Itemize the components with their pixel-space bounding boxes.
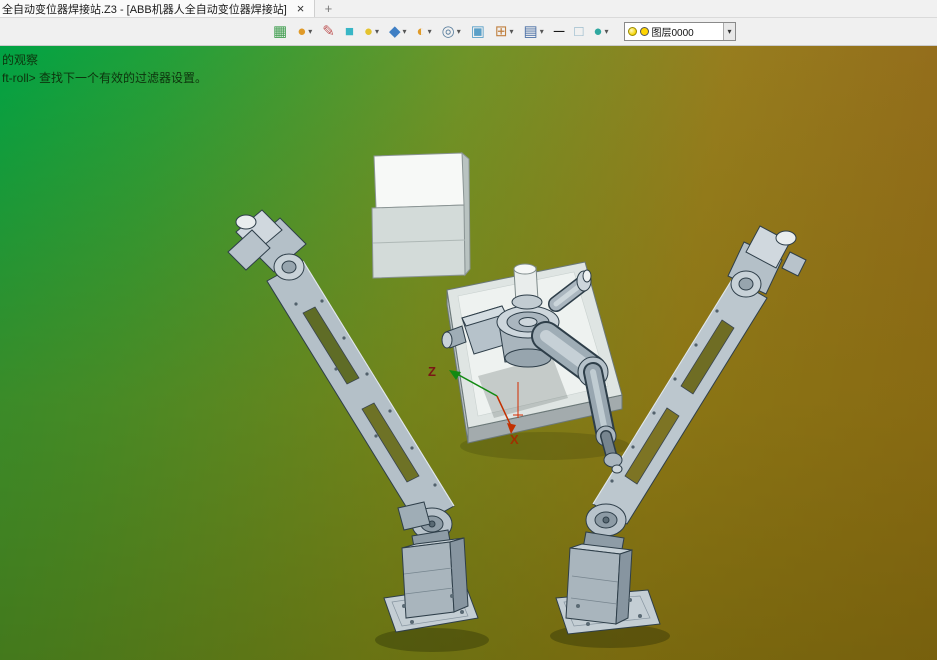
axis-label-x: X (510, 432, 519, 447)
right-positioner-model[interactable] (555, 225, 807, 635)
paint-color-icon: ✎ (322, 23, 335, 40)
shaded-sphere-icon: ● (363, 23, 373, 40)
axis-label-z: Z (428, 364, 436, 379)
new-tab-button[interactable]: + (315, 0, 341, 17)
dropdown-caret-icon[interactable]: ▾ (403, 27, 407, 36)
dropdown-caret-icon[interactable]: ▾ (540, 27, 544, 36)
view-orientation-icon-button[interactable]: ◆ ▾ (384, 21, 412, 43)
viewport-3d[interactable]: 的观察 ft-roll> 查找下一个有效的过滤器设置。 Z X (0, 46, 937, 660)
document-tab-title: 全自动变位器焊接站.Z3 - [ABB机器人全自动变位器焊接站] (2, 3, 287, 16)
zoom-icon: ◎ (441, 23, 455, 40)
wireframe-cube-icon-button[interactable]: ■ (340, 21, 359, 43)
scene-svg: Z X (227, 151, 807, 652)
toolbar-icons: ▦ ● ▾ ✎ ■ ● ▾ ◆ ▾ ◐ ▾ ◎ ▾ ▣ ⊞ ▾ ▤ ▾ ─ □ ● ▾ (268, 21, 614, 43)
layer-combo[interactable]: 图层0000 ▾ (623, 22, 736, 41)
paint-color-icon-button[interactable]: ✎ (317, 21, 340, 43)
wireframe-cube-icon: ■ (344, 23, 354, 40)
dropdown-caret-icon[interactable]: ▾ (428, 27, 432, 36)
view-image-icon-button[interactable]: ▦ (268, 21, 292, 43)
view-orientation-icon: ◆ (388, 23, 401, 40)
background-swatch-icon: □ (574, 23, 584, 40)
grid-snap-icon: ⊞ (494, 23, 508, 40)
display-monitor-icon-button[interactable]: ▤ ▾ (519, 21, 549, 43)
tab-bar: 全自动变位器焊接站.Z3 - [ABB机器人全自动变位器焊接站] × + (0, 0, 937, 18)
main-toolbar: ▦ ● ▾ ✎ ■ ● ▾ ◆ ▾ ◐ ▾ ◎ ▾ ▣ ⊞ ▾ ▤ ▾ ─ □ ● ▾ 图层0000 ▾ (0, 18, 937, 46)
section-view-icon-button[interactable]: ◐ ▾ (412, 21, 437, 43)
dropdown-caret-icon[interactable]: ▾ (457, 27, 461, 36)
earth-render-icon: ● (593, 23, 603, 40)
layer-combo-value: 图层0000 (651, 28, 694, 39)
zoom-icon-button[interactable]: ◎ ▾ (437, 21, 466, 43)
screen-capture-icon-button[interactable]: ▣ (466, 21, 490, 43)
stock-box-model[interactable] (371, 151, 471, 279)
dropdown-caret-icon[interactable]: ▾ (604, 27, 608, 36)
render-mode-icon: ● (297, 23, 307, 40)
line-width-icon-button[interactable]: ─ (549, 21, 570, 43)
display-monitor-icon: ▤ (523, 23, 538, 40)
document-tab[interactable]: 全自动变位器焊接站.Z3 - [ABB机器人全自动变位器焊接站] × (0, 0, 316, 17)
earth-render-icon-button[interactable]: ● ▾ (588, 21, 613, 43)
shaded-sphere-icon-button[interactable]: ● ▾ (359, 21, 384, 43)
dropdown-caret-icon[interactable]: ▾ (308, 27, 312, 36)
dropdown-caret-icon[interactable]: ▾ (375, 27, 379, 36)
layer-visibility-bulb-icon[interactable] (627, 27, 637, 36)
view-image-icon: ▦ (273, 23, 288, 40)
screen-capture-icon: ▣ (470, 23, 485, 40)
dropdown-caret-icon[interactable]: ▾ (510, 27, 514, 36)
combo-dropdown-icon[interactable]: ▾ (723, 23, 735, 40)
line-width-icon: ─ (553, 23, 565, 40)
render-mode-icon-button[interactable]: ● ▾ (292, 21, 317, 43)
layer-color-swatch[interactable] (639, 27, 649, 36)
section-view-icon: ◐ (416, 23, 426, 40)
close-tab-icon[interactable]: × (295, 2, 307, 15)
grid-snap-icon-button[interactable]: ⊞ ▾ (490, 21, 519, 43)
background-swatch-icon-button[interactable]: □ (569, 21, 588, 43)
